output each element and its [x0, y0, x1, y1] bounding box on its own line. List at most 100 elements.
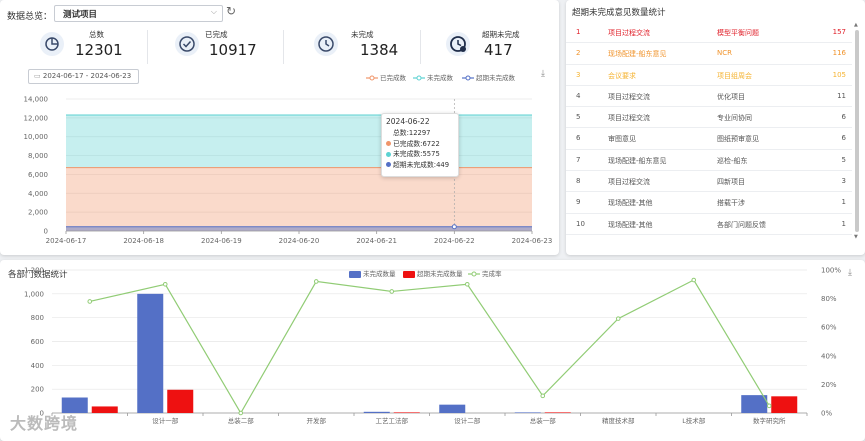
x-tick-label: 设计二部	[454, 416, 481, 425]
cell-item: 模型平衡问题	[717, 29, 759, 37]
table-row[interactable]: 5 项目过程交流 专业间协同 6	[566, 107, 852, 129]
cell-item: 专业间协同	[717, 114, 752, 123]
completion-rate-point	[691, 277, 697, 283]
cell-type: 现场配建-其他	[608, 220, 653, 229]
y-tick-label: 1,000	[24, 290, 44, 298]
bar-incomplete	[439, 404, 466, 413]
bar-overdue	[167, 389, 194, 413]
clock-icon	[314, 32, 338, 56]
department-stats-panel: 各部门数据统计 ⤓ 未完成数量 超期未完成数量 完成率 0 200 400 600 80…	[0, 260, 865, 441]
table-row[interactable]: 3 会议要求 项目组周会 105	[566, 65, 852, 86]
scrollbar[interactable]: ▲ ▼	[854, 22, 860, 240]
hover-point	[451, 224, 457, 230]
table-row[interactable]: 4 项目过程交流 优化项目 11	[566, 86, 852, 108]
y-tick-label: 1,200	[24, 267, 44, 275]
area-legend-incomplete[interactable]: 未完成数	[413, 72, 453, 82]
cell-count: 1	[841, 198, 846, 207]
chart-tooltip: 2024-06-22 总数:12297 已完成数:6722 未完成数:5575 …	[381, 113, 459, 177]
cell-type: 会议要求	[608, 71, 636, 80]
bar-incomplete	[137, 293, 164, 413]
cell-type: 项目过程交流	[608, 114, 650, 123]
y2-tick-label: 40%	[821, 352, 837, 360]
stat-value: 12301	[75, 41, 123, 59]
cell-type: 项目过程交流	[608, 178, 650, 187]
y-tick-label: 2,000	[28, 209, 48, 217]
cell-item: NCR	[717, 49, 732, 58]
y2-tick-label: 20%	[821, 381, 837, 389]
completed-area	[66, 167, 532, 231]
x-tick-label: 开发部	[307, 416, 327, 425]
table-row[interactable]: 1 项目过程交流 模型平衡问题 157	[566, 22, 852, 44]
bar-overdue	[91, 406, 118, 413]
y-tick-label: 6,000	[28, 171, 48, 179]
overdue-area	[66, 226, 532, 231]
x-tick-label: 2024-06-18	[123, 237, 164, 245]
bar-incomplete	[363, 411, 390, 413]
cell-item: 各部门问题反馈	[717, 220, 766, 229]
area-legend-completed[interactable]: 已完成数	[366, 72, 406, 82]
legend-label: 已完成数	[380, 74, 406, 82]
incomplete-area	[66, 115, 532, 168]
x-tick-label: 总装一部	[530, 416, 557, 425]
scrollbar-thumb[interactable]	[855, 30, 859, 232]
table-row[interactable]: 2 现场配建-船东意见 NCR 116	[566, 43, 852, 65]
cell-count: 105	[832, 70, 846, 79]
y2-tick-label: 0%	[821, 410, 832, 418]
legend-label: 未完成数	[427, 74, 453, 82]
refresh-icon[interactable]: ↻	[226, 4, 236, 18]
cell-rank: 7	[576, 155, 581, 164]
pie-chart-icon	[40, 32, 64, 56]
cell-type: 现场配建-船东意见	[608, 50, 667, 59]
completion-rate-point	[766, 403, 772, 409]
cell-item: 四新项目	[717, 178, 745, 187]
completion-rate-point	[313, 279, 319, 284]
x-tick-label: 精度技术部	[602, 416, 635, 425]
cell-count: 6	[841, 134, 846, 143]
download-icon[interactable]: ⤓	[541, 69, 545, 79]
table-row[interactable]: 7 现场配建-船东意见 巡检-船东 5	[566, 150, 852, 172]
table-row[interactable]: 10 现场配建-其他 各部门问题反馈 1	[566, 214, 852, 235]
y-tick-label: 200	[31, 386, 44, 394]
x-tick-label: 2024-06-19	[201, 237, 242, 245]
cell-rank: 5	[576, 113, 581, 122]
filter-label: 数据总览：	[7, 12, 53, 22]
cell-rank: 2	[576, 49, 581, 58]
table-row[interactable]: 6 审图意见 图纸预审意见 6	[566, 128, 852, 150]
project-select[interactable]: 测试项目 ⌵	[54, 5, 223, 22]
bar-incomplete	[741, 395, 768, 413]
bar-overdue	[544, 412, 571, 413]
cell-rank: 1	[576, 28, 581, 36]
y2-tick-label: 80%	[821, 295, 837, 303]
stat-label: 总数	[89, 30, 104, 39]
y-tick-label: 10,000	[24, 133, 49, 141]
y2-tick-label: 60%	[821, 324, 837, 332]
y-tick-label: 12,000	[24, 114, 49, 122]
x-tick-label: 2024-06-23	[512, 237, 553, 245]
cell-type: 项目过程交流	[608, 92, 650, 101]
cell-count: 1	[841, 219, 846, 228]
cell-item: 项目组周会	[717, 71, 752, 80]
tooltip-overdue: 超期未完成数:449	[386, 160, 454, 171]
cell-count: 3	[841, 177, 846, 186]
legend-label: 超期未完成数	[476, 74, 515, 82]
completion-rate-point	[615, 316, 621, 321]
table-row[interactable]: 8 项目过程交流 四新项目 3	[566, 171, 852, 193]
scroll-up-icon[interactable]: ▲	[854, 22, 858, 28]
cell-rank: 9	[576, 198, 581, 207]
cell-item: 优化项目	[717, 92, 745, 101]
panel-title: 超期未完成意见数量统计	[572, 8, 666, 18]
cell-count: 6	[841, 113, 846, 122]
x-tick-label: 数字研究所	[753, 416, 786, 425]
area-legend-overdue[interactable]: 超期未完成数	[462, 72, 515, 82]
table-row[interactable]: 9 现场配建-其他 搭载干涉 1	[566, 192, 852, 214]
cell-rank: 3	[576, 70, 581, 79]
overdue-ranking-table: 1 项目过程交流 模型平衡问题 157 2 现场配建-船东意见 NCR 116 3 会议要求 项目组…	[566, 22, 852, 235]
chevron-down-icon: ⌵	[210, 7, 217, 16]
date-range-picker[interactable]: ▭ 2024-06-17 - 2024-06-23	[28, 69, 139, 84]
y-tick-label: 4,000	[28, 190, 48, 198]
cell-rank: 6	[576, 134, 581, 143]
tooltip-incomplete: 未完成数:5575	[386, 149, 454, 160]
overdue-clock-icon	[446, 32, 470, 56]
x-tick-label: 2024-06-21	[356, 237, 397, 245]
scroll-down-icon[interactable]: ▼	[854, 234, 858, 240]
